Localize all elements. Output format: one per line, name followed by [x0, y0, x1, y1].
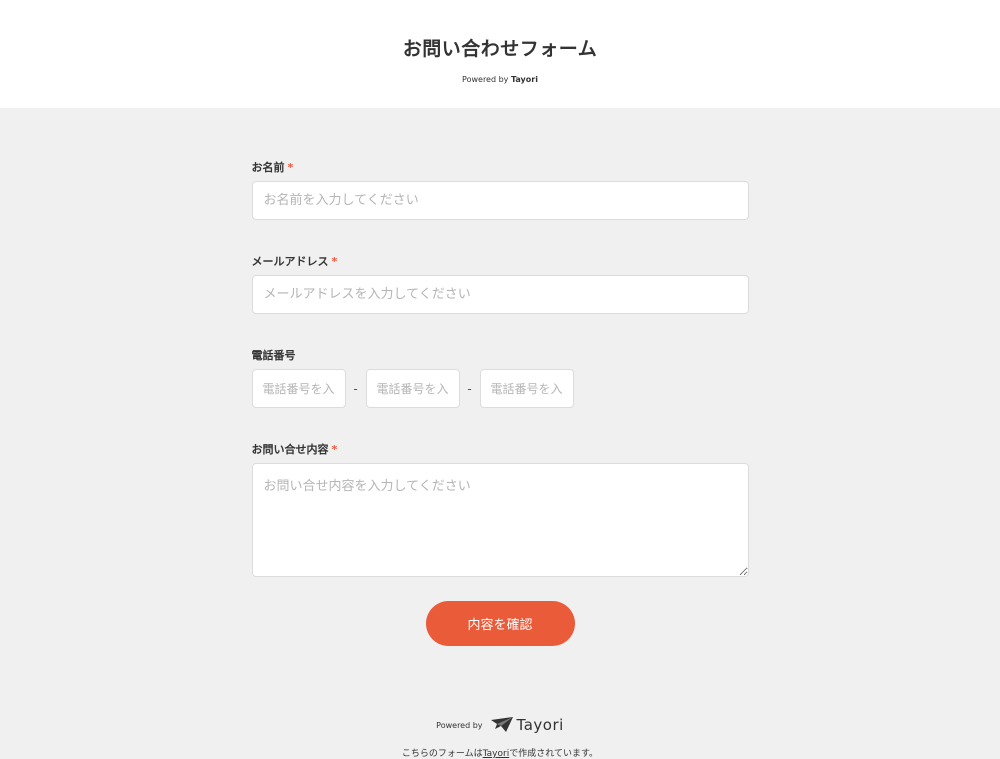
phone-label: 電話番号 [252, 347, 749, 362]
page-footer: Powered by Tayori こちらのフォームはTayoriで作成されてい… [0, 716, 1000, 759]
email-label-text: メールアドレス [251, 255, 329, 268]
footer-note-suffix: で作成されています。 [509, 749, 599, 759]
required-mark: * [287, 161, 294, 174]
tayori-logo[interactable]: Tayori [490, 716, 564, 734]
page-header: お問い合わせフォーム Powered by Tayori [0, 0, 1000, 108]
submit-area: 内容を確認 [252, 601, 749, 646]
name-field-group: お名前 * [251, 159, 749, 220]
powered-by-label: Powered by [436, 720, 483, 730]
powered-by-header: Powered by Tayori [0, 75, 1000, 84]
phone-field-group: 電話番号 - - [251, 347, 749, 408]
inquiry-textarea[interactable] [251, 463, 749, 577]
phone-input-3[interactable] [479, 369, 574, 408]
contact-form: お名前* メールアドレス* 電話番号 - - お問い合せ内容* 内容を確認 [251, 108, 749, 646]
powered-by-footer: Powered by Tayori [0, 716, 1000, 734]
footer-note-prefix: こちらのフォームは [401, 749, 483, 759]
tayori-link[interactable]: Tayori [483, 749, 510, 759]
powered-by-label: Powered by [462, 75, 509, 84]
footer-note: こちらのフォームはTayoriで作成されています。 [0, 746, 1000, 759]
phone-separator-1: - [353, 381, 358, 396]
name-label: お名前 * [252, 159, 749, 174]
tayori-logo-icon [490, 717, 513, 732]
tayori-logo-text: Tayori [516, 716, 564, 734]
phone-label-text: 電話番号 [251, 349, 296, 362]
phone-input-row: - - [251, 369, 749, 408]
inquiry-field-group: お問い合せ内容 * [251, 441, 749, 577]
name-input[interactable] [251, 181, 749, 220]
required-mark: * [331, 255, 338, 268]
confirm-button[interactable]: 内容を確認 [425, 601, 575, 646]
email-label: メールアドレス * [252, 253, 749, 268]
inquiry-label-text: お問い合せ内容 [251, 443, 329, 456]
phone-separator-2: - [467, 381, 472, 396]
email-field-group: メールアドレス * [251, 253, 749, 314]
email-input[interactable] [251, 275, 749, 314]
page-title: お問い合わせフォーム [402, 38, 598, 60]
inquiry-label: お問い合せ内容 * [252, 441, 749, 456]
powered-by-brand: Tayori [510, 75, 538, 84]
required-mark: * [331, 443, 338, 456]
phone-input-1[interactable] [251, 369, 346, 408]
name-label-text: お名前 [251, 161, 285, 174]
phone-input-2[interactable] [365, 369, 460, 408]
